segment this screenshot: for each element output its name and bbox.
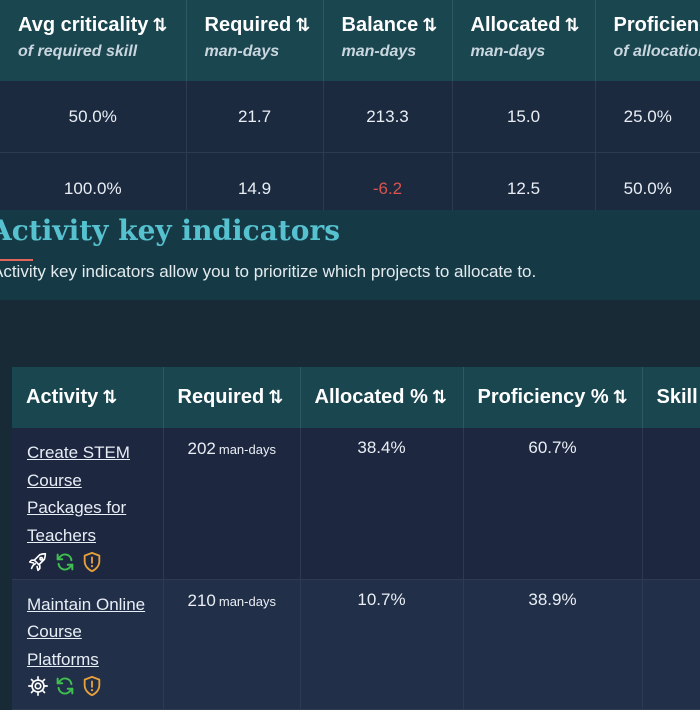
summary-table: Avg criticality⇅ of required skill Requi… [0,0,700,225]
cell-allocated-pct: 10.7% [300,579,463,709]
cell-proficiency-pct: 38.9% [463,579,642,709]
required-value: 202 [188,439,216,458]
sort-icon[interactable]: ⇅ [613,387,625,407]
header-label: Required [205,14,292,36]
cell-balance: 213.3 [323,81,452,153]
header-subtitle: of required skill [18,43,186,61]
header-required[interactable]: Required⇅ man-days [186,0,323,81]
header-proficiency-pct[interactable]: Proficiency %⇅ [463,367,642,428]
required-value: 210 [188,591,216,610]
header-subtitle: man-days [205,43,323,61]
header-proficiency[interactable]: Proficiency of allocation [595,0,700,81]
header-label: Proficiency % [478,386,609,408]
sort-icon[interactable]: ⇅ [102,387,114,407]
header-subtitle: of allocation [614,43,700,61]
table-row: 50.0% 21.7 213.3 15.0 25.0% [0,81,700,153]
sort-icon[interactable]: ⇅ [268,387,280,407]
cell-allocated-pct: 38.4% [300,428,463,579]
section-description: Activity key indicators allow you to pri… [0,262,536,282]
sort-icon[interactable]: ⇅ [152,15,164,35]
section-title-underline [0,259,33,261]
activity-link[interactable]: Create STEM Course Packages for Teachers [27,443,130,545]
header-label: Skill [657,386,698,408]
activity-status-icons [27,551,152,573]
header-label: Required [178,386,265,408]
header-label: Allocated [471,14,561,36]
section-title: Activity key indicators [0,214,340,247]
rocket-icon [27,551,49,573]
cell-activity: Create STEM Course Packages for Teachers [12,428,163,579]
header-subtitle: man-days [471,43,595,61]
activity-table: Activity⇅ Required⇅ Allocated %⇅ Profici… [12,367,700,710]
header-skill[interactable]: Skill [642,367,700,428]
header-required[interactable]: Required⇅ [163,367,300,428]
header-activity[interactable]: Activity⇅ [12,367,163,428]
refresh-icon [54,675,76,697]
cell-avg-criticality: 50.0% [0,81,186,153]
cell-required: 21.7 [186,81,323,153]
header-avg-criticality[interactable]: Avg criticality⇅ of required skill [0,0,186,81]
cell-required: 210man-days [163,579,300,709]
activity-key-indicators-section: Activity key indicators Activity key ind… [0,210,700,300]
cell-activity: Maintain Online Course Platforms [12,579,163,709]
warning-shield-icon [81,551,103,573]
activity-status-icons [27,675,152,697]
cell-required: 202man-days [163,428,300,579]
cell-allocated: 15.0 [452,81,595,153]
table-row: Maintain Online Course Platforms [12,579,700,709]
header-label: Balance [342,14,419,36]
header-label: Allocated % [315,386,428,408]
sort-icon[interactable]: ⇅ [432,387,444,407]
header-label: Activity [26,386,98,408]
sort-icon[interactable]: ⇅ [565,15,577,35]
header-label: Avg criticality [18,14,148,36]
cell-skill [642,428,700,579]
table-row: Create STEM Course Packages for Teachers [12,428,700,579]
sort-icon[interactable]: ⇅ [422,15,434,35]
header-allocated-pct[interactable]: Allocated %⇅ [300,367,463,428]
activity-link[interactable]: Maintain Online Course Platforms [27,595,145,669]
sort-icon[interactable]: ⇅ [295,15,307,35]
cell-proficiency-pct: 60.7% [463,428,642,579]
cell-skill [642,579,700,709]
cell-proficiency: 25.0% [595,81,700,153]
header-allocated[interactable]: Allocated⇅ man-days [452,0,595,81]
warning-shield-icon [81,675,103,697]
header-subtitle: man-days [342,43,452,61]
header-balance[interactable]: Balance⇅ man-days [323,0,452,81]
gear-icon [27,675,49,697]
header-label: Proficiency [614,14,700,36]
required-unit: man-days [219,442,276,457]
required-unit: man-days [219,594,276,609]
refresh-icon [54,551,76,573]
